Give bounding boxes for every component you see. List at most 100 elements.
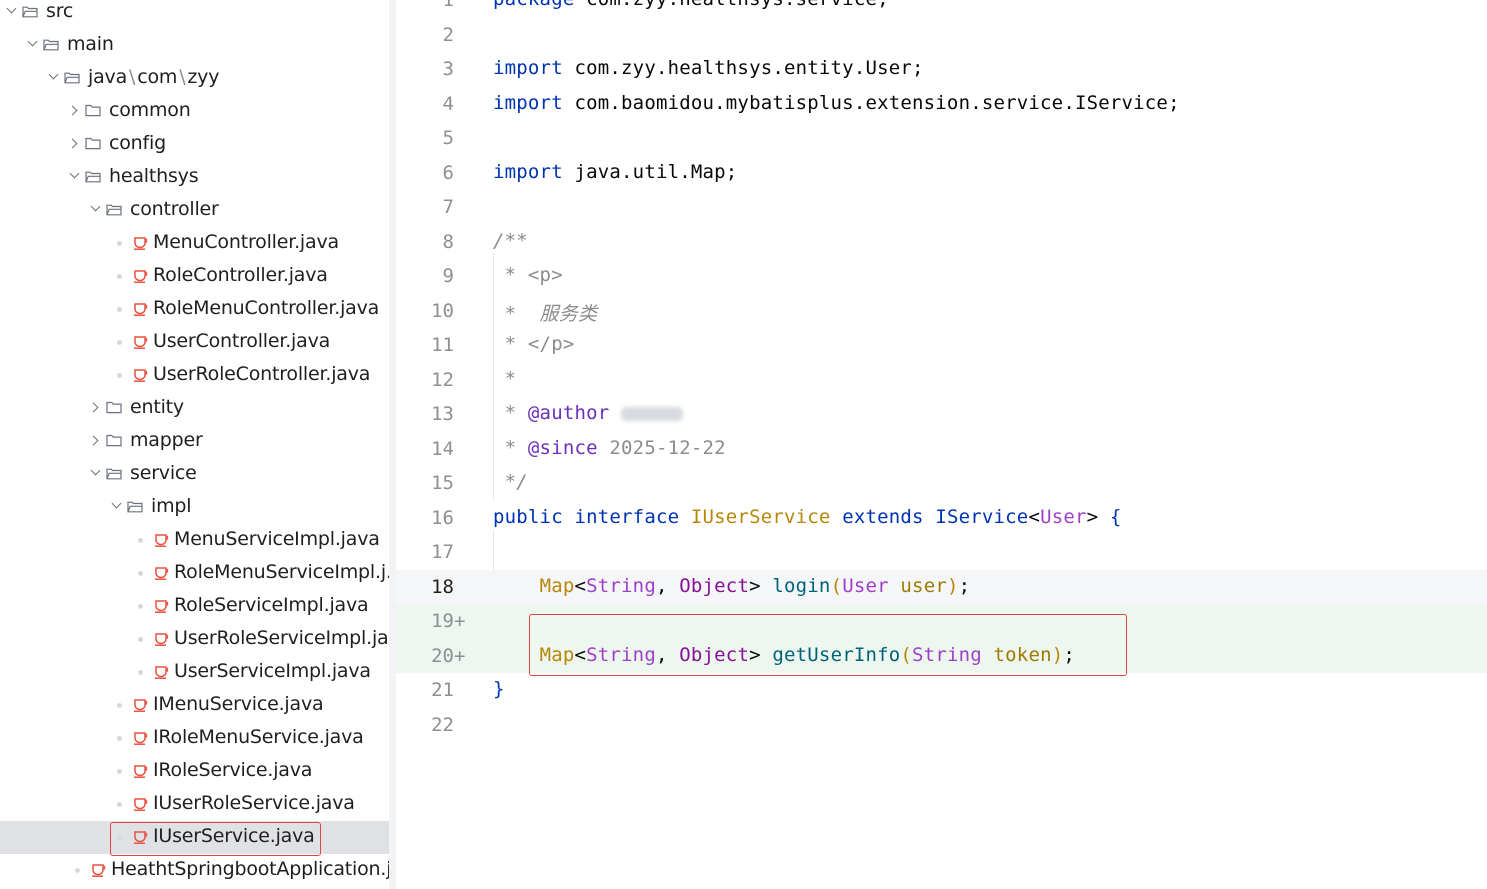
java-class-icon xyxy=(153,532,169,548)
chevron-right-icon[interactable] xyxy=(88,402,99,413)
tree-file-item[interactable]: MenuServiceImpl.java xyxy=(0,524,389,557)
code-line[interactable]: 14 * @since 2025-12-22 xyxy=(396,432,1487,467)
tree-folder-item[interactable]: entity xyxy=(0,392,389,425)
line-number: 11 xyxy=(431,334,454,356)
chevron-down-icon[interactable] xyxy=(48,69,59,80)
tree-item-label: common xyxy=(109,99,191,121)
tree-item-label: IRoleMenuService.java xyxy=(153,726,364,748)
tree-file-item[interactable]: RoleMenuController.java xyxy=(0,293,389,326)
java-class-icon xyxy=(132,730,148,746)
code-text: } xyxy=(493,678,505,700)
code-line[interactable]: 22 xyxy=(396,708,1487,743)
leaf-dot xyxy=(117,241,122,246)
tree-folder-item[interactable]: healthsys xyxy=(0,161,389,194)
tree-item-label: healthsys xyxy=(109,165,199,187)
code-line[interactable]: 11 * </p> xyxy=(396,328,1487,363)
tree-item-label: src xyxy=(46,0,74,22)
code-editor[interactable]: 1 package com.zyy.healthsys.service; 2 3 imp… xyxy=(396,0,1487,889)
code-text: import com.baomidou.mybatisplus.extensio… xyxy=(493,91,1180,114)
tree-folder-item[interactable]: main xyxy=(0,29,389,62)
code-line[interactable]: 21} xyxy=(396,673,1487,708)
tree-file-item[interactable]: RoleServiceImpl.java xyxy=(0,590,389,623)
code-line[interactable]: 1 package com.zyy.healthsys.service; xyxy=(396,0,1487,18)
chevron-right-icon[interactable] xyxy=(88,435,99,446)
tree-folder-item[interactable]: impl xyxy=(0,491,389,524)
tree-item-label: IUserRoleService.java xyxy=(153,792,355,814)
chevron-down-icon[interactable] xyxy=(27,36,38,47)
code-line[interactable]: 7 xyxy=(396,190,1487,225)
code-line[interactable]: 16 public interface IUserService extends … xyxy=(396,501,1487,536)
code-line[interactable]: 9 * <p> xyxy=(396,259,1487,294)
tree-folder-item[interactable]: service xyxy=(0,458,389,491)
tree-file-item[interactable]: MenuController.java xyxy=(0,227,389,260)
java-class-icon xyxy=(153,598,169,614)
tree-file-item[interactable]: UserRoleController.java xyxy=(0,359,389,392)
folder-open-icon xyxy=(127,498,143,513)
code-line[interactable]: 8 /** xyxy=(396,225,1487,260)
tree-splitter[interactable] xyxy=(389,0,396,889)
leaf-dot xyxy=(138,637,143,642)
code-line[interactable]: 13 * @author xyxy=(396,397,1487,432)
tree-folder-item[interactable]: java \ com \ zyy xyxy=(0,62,389,95)
tree-file-item[interactable]: RoleController.java xyxy=(0,260,389,293)
tree-file-item[interactable]: UserRoleServiceImpl.java xyxy=(0,623,389,656)
line-number: 8 xyxy=(442,230,454,253)
chevron-down-icon[interactable] xyxy=(69,168,80,179)
code-line[interactable]: 5 xyxy=(396,121,1487,156)
line-number: 20 xyxy=(431,644,454,667)
java-class-icon xyxy=(132,763,148,779)
tree-folder-item[interactable]: src xyxy=(0,0,389,29)
java-class-icon xyxy=(153,664,169,680)
line-number: 9 xyxy=(442,265,454,287)
leaf-dot xyxy=(117,274,122,279)
line-number: 22 xyxy=(431,713,454,736)
tree-folder-item[interactable]: controller xyxy=(0,194,389,227)
tree-file-item[interactable]: IRoleMenuService.java xyxy=(0,722,389,755)
code-line[interactable]: 2 xyxy=(396,18,1487,53)
line-number: 21 xyxy=(431,679,454,701)
tree-file-item[interactable]: IMenuService.java xyxy=(0,689,389,722)
leaf-dot xyxy=(138,604,143,609)
tree-file-item[interactable]: UserServiceImpl.java xyxy=(0,656,389,689)
tree-folder-item[interactable]: common xyxy=(0,95,389,128)
tree-item-label: java \ com \ zyy xyxy=(88,66,220,88)
code-line[interactable]: 4 import com.baomidou.mybatisplus.extensi… xyxy=(396,87,1487,122)
line-number: 12 xyxy=(431,368,454,391)
line-number: 5 xyxy=(442,127,454,149)
tree-file-item[interactable]: IRoleService.java xyxy=(0,755,389,788)
tree-file-item[interactable]: UserController.java xyxy=(0,326,389,359)
code-line[interactable]: 3 import com.zyy.healthsys.entity.User; xyxy=(396,52,1487,87)
tree-folder-item[interactable]: config xyxy=(0,128,389,161)
tree-file-item[interactable]: RoleMenuServiceImpl.j... xyxy=(0,557,389,590)
code-line[interactable]: 12 * xyxy=(396,363,1487,398)
change-marker: + xyxy=(454,610,466,632)
chevron-down-icon[interactable] xyxy=(111,498,122,509)
folder-open-icon xyxy=(106,465,122,480)
chevron-down-icon[interactable] xyxy=(6,3,17,14)
tree-folder-item[interactable]: mapper xyxy=(0,425,389,458)
chevron-down-icon[interactable] xyxy=(90,201,101,212)
tree-file-item[interactable]: IUserRoleService.java xyxy=(0,788,389,821)
code-line[interactable]: 18 Map<String, Object> login(User user); xyxy=(396,569,1487,604)
new-method-highlight xyxy=(529,614,1127,676)
folder-icon xyxy=(106,399,122,414)
tree-item-label: MenuController.java xyxy=(153,231,339,253)
chevron-right-icon[interactable] xyxy=(67,138,78,149)
tree-item-label: main xyxy=(67,33,114,55)
tree-file-item[interactable]: HeathtSpringbootApplication.j... xyxy=(0,854,389,887)
tree-item-label: mapper xyxy=(130,429,203,451)
tree-item-label: config xyxy=(109,132,166,154)
leaf-dot xyxy=(117,769,122,774)
chevron-down-icon[interactable] xyxy=(90,465,101,476)
code-line[interactable]: 15 */ xyxy=(396,466,1487,501)
code-line[interactable]: 10 * 服务类 xyxy=(396,294,1487,329)
code-text: * @author xyxy=(493,402,684,424)
code-text: * xyxy=(493,367,517,390)
code-line[interactable]: 17 xyxy=(396,535,1487,570)
tree-item-label: MenuServiceImpl.java xyxy=(174,528,380,550)
folder-icon xyxy=(106,432,122,447)
leaf-dot xyxy=(75,868,80,873)
code-line[interactable]: 6 import java.util.Map; xyxy=(396,156,1487,191)
chevron-right-icon[interactable] xyxy=(67,105,78,116)
leaf-dot xyxy=(117,802,122,807)
